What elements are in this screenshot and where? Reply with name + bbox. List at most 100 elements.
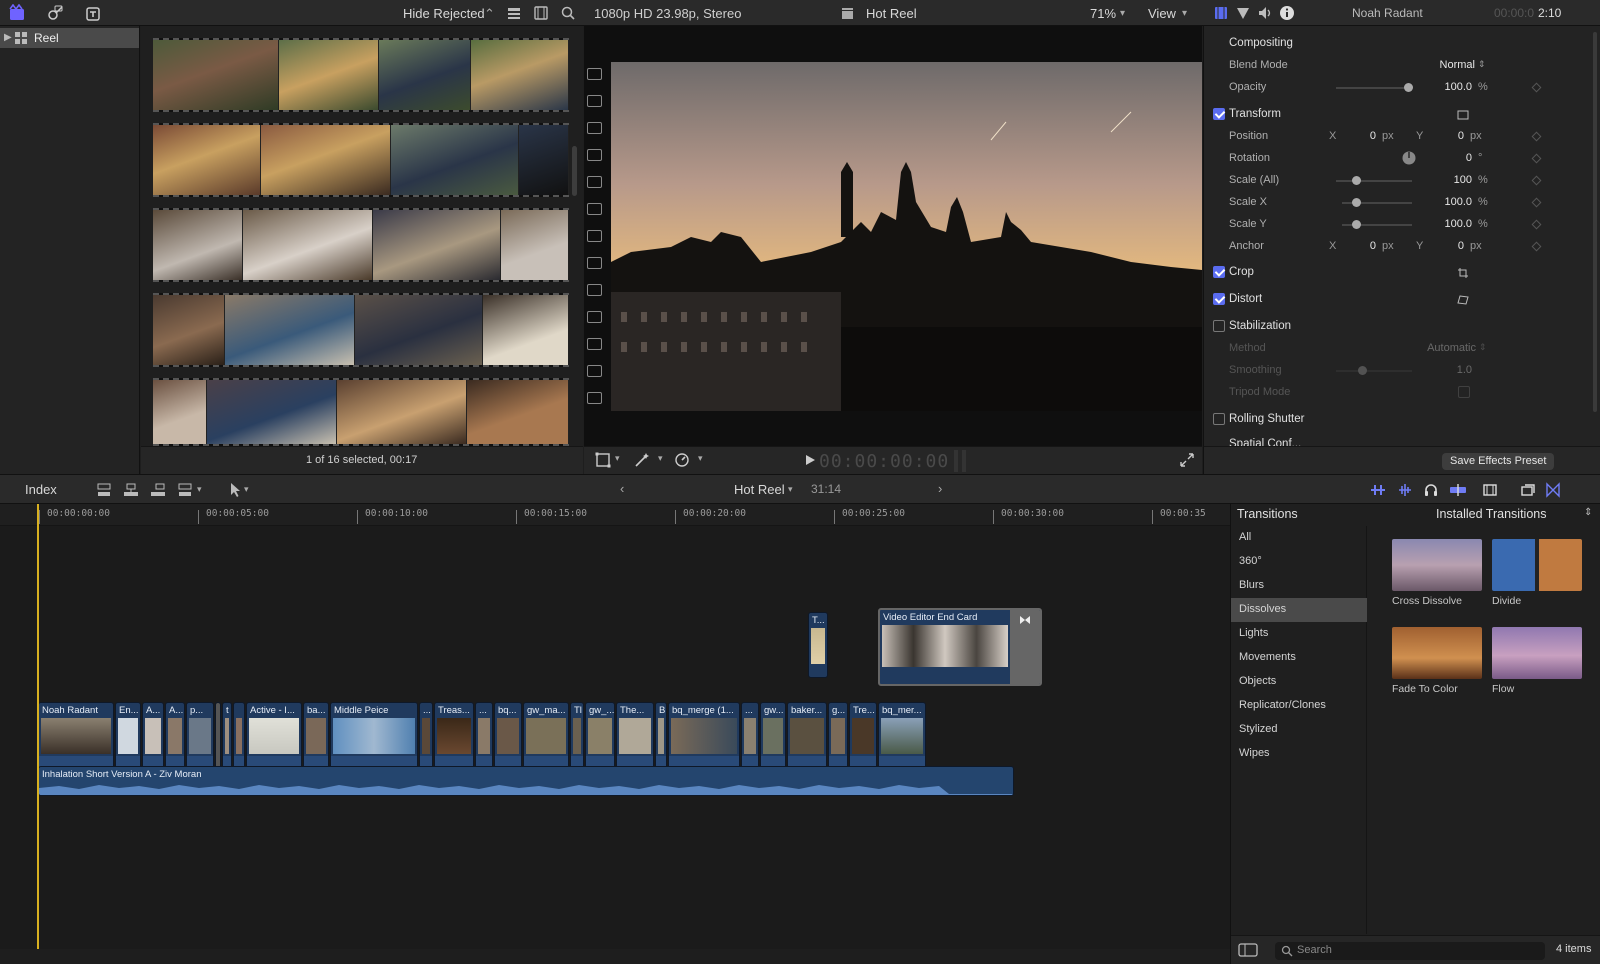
transition-handle[interactable]: [1010, 610, 1040, 684]
timeline-clip[interactable]: A...: [142, 702, 164, 772]
chevron-down-icon[interactable]: ▾: [788, 484, 793, 495]
filmstrip-clip[interactable]: [153, 208, 569, 282]
chevron-down-icon[interactable]: ▾: [197, 484, 202, 495]
method-popup[interactable]: Automatic: [1404, 342, 1476, 354]
slider-knob[interactable]: [1352, 220, 1361, 229]
position-x-value[interactable]: 0: [1344, 130, 1376, 142]
timeline-clip[interactable]: Treas...: [434, 702, 474, 772]
effects-browser-icon[interactable]: [1520, 482, 1536, 498]
blend-mode-popup[interactable]: Normal: [1409, 59, 1475, 71]
category-item-selected[interactable]: Dissolves: [1231, 598, 1367, 622]
timeline-clip[interactable]: bq_merge (1...: [668, 702, 740, 772]
overwrite-clip-icon[interactable]: [177, 482, 193, 498]
append-clip-icon[interactable]: [150, 482, 166, 498]
timeline-clip[interactable]: gw_...: [585, 702, 615, 772]
rotation-dial-icon[interactable]: [1402, 151, 1416, 165]
transform-checkbox[interactable]: [1213, 108, 1225, 120]
position-y-value[interactable]: 0: [1432, 130, 1464, 142]
back-arrow-icon[interactable]: ‹: [620, 481, 624, 496]
smoothing-value[interactable]: 1.0: [1424, 364, 1472, 376]
category-item[interactable]: Wipes: [1231, 742, 1367, 766]
transition-thumbnail[interactable]: [1492, 539, 1582, 591]
end-card-clip[interactable]: Video Editor End Card: [878, 608, 1042, 686]
enhance-wand-icon[interactable]: [634, 452, 650, 468]
keyframe-button-icon[interactable]: [1531, 175, 1542, 186]
library-item-reel[interactable]: ▶ Reel: [0, 28, 139, 48]
transitions-browser-icon[interactable]: [1545, 482, 1561, 498]
timeline-project-name[interactable]: Hot Reel: [734, 482, 785, 497]
slider-knob[interactable]: [1352, 198, 1361, 207]
tripod-mode-checkbox[interactable]: [1458, 386, 1470, 398]
installed-transitions-menu[interactable]: Installed Transitions: [1436, 507, 1546, 521]
slider-knob[interactable]: [1404, 83, 1413, 92]
transform-onscreen-control-icon[interactable]: [1457, 109, 1469, 121]
timeline-clip[interactable]: Noah Radant: [38, 702, 114, 772]
timeline-clip[interactable]: [233, 702, 245, 772]
anchor-y-value[interactable]: 0: [1432, 240, 1464, 252]
stabilization-checkbox[interactable]: [1213, 320, 1225, 332]
distort-section[interactable]: Distort: [1204, 289, 1560, 311]
category-item[interactable]: Replicator/Clones: [1231, 694, 1367, 718]
keyframe-button-icon[interactable]: [1531, 153, 1542, 164]
chevron-down-icon[interactable]: ▾: [698, 453, 703, 464]
audio-clip[interactable]: Inhalation Short Version A - Ziv Moran: [38, 766, 1014, 796]
transition-thumbnail[interactable]: [1392, 539, 1482, 591]
timeline-clip[interactable]: The...: [616, 702, 654, 772]
transform-tool-icon[interactable]: [595, 452, 611, 468]
timeline-clip[interactable]: t: [222, 702, 232, 772]
info-inspector-icon[interactable]: [1278, 4, 1296, 22]
stabilization-section[interactable]: Stabilization: [1204, 316, 1560, 338]
scale-y-slider[interactable]: [1342, 220, 1412, 229]
timeline-clip[interactable]: Tre...: [849, 702, 877, 772]
libraries-icon[interactable]: [8, 4, 26, 22]
video-inspector-icon[interactable]: [1212, 4, 1230, 22]
timeline-clip[interactable]: A...: [165, 702, 185, 772]
timeline-clip[interactable]: gw...: [760, 702, 786, 772]
scale-all-slider[interactable]: [1336, 176, 1412, 185]
scale-x-value[interactable]: 100.0: [1424, 196, 1472, 208]
skimming-icon[interactable]: [1449, 483, 1467, 497]
browser-scrollbar[interactable]: [572, 146, 577, 196]
timeline-clip[interactable]: g...: [828, 702, 848, 772]
timeline-clip[interactable]: ba...: [303, 702, 329, 772]
timeline-clip[interactable]: Active - I...: [246, 702, 302, 772]
rotation-value[interactable]: 0: [1432, 152, 1472, 164]
timeline-clip[interactable]: baker...: [787, 702, 827, 772]
timeline-clip[interactable]: Tl: [570, 702, 584, 772]
forward-arrow-icon[interactable]: ›: [938, 481, 942, 496]
category-item[interactable]: All: [1231, 526, 1367, 550]
crop-onscreen-control-icon[interactable]: [1457, 267, 1469, 279]
timeline-index-button[interactable]: Index: [25, 482, 57, 497]
hide-rejected-menu[interactable]: Hide Rejected: [403, 6, 485, 21]
disclosure-triangle-icon[interactable]: ▶: [4, 32, 12, 43]
photos-audio-icon[interactable]: [46, 4, 64, 22]
rolling-shutter-checkbox[interactable]: [1213, 413, 1225, 425]
video-only-icon[interactable]: [1370, 483, 1386, 497]
gap-clip[interactable]: [215, 702, 221, 772]
opacity-value[interactable]: 100.0: [1424, 81, 1472, 93]
distort-onscreen-control-icon[interactable]: [1457, 294, 1469, 306]
sidebar-toggle-icon[interactable]: [1238, 942, 1258, 958]
category-item[interactable]: Movements: [1231, 646, 1367, 670]
rolling-shutter-section[interactable]: Rolling Shutter: [1204, 409, 1560, 431]
fullscreen-icon[interactable]: [1180, 453, 1194, 467]
scale-all-value[interactable]: 100: [1424, 174, 1472, 186]
filmstrip-clip[interactable]: [153, 123, 569, 197]
scale-y-value[interactable]: 100.0: [1424, 218, 1472, 230]
playhead[interactable]: [37, 504, 39, 949]
timeline-clip[interactable]: gw_ma...: [523, 702, 569, 772]
timeline-clip[interactable]: Bi: [655, 702, 667, 772]
save-effects-preset-button[interactable]: Save Effects Preset: [1442, 453, 1555, 470]
titles-generators-icon[interactable]: [84, 4, 102, 22]
timeline[interactable]: 00:00:00:00 00:00:05:00 00:00:10:00 00:0…: [0, 504, 1230, 949]
keyframe-button-icon[interactable]: [1531, 82, 1542, 93]
zoom-level-menu[interactable]: 71%: [1090, 6, 1116, 21]
category-item[interactable]: Lights: [1231, 622, 1367, 646]
connected-clip[interactable]: T...: [808, 612, 828, 678]
filmstrip-clip[interactable]: [153, 293, 569, 367]
timeline-clip[interactable]: p...: [186, 702, 214, 772]
view-menu[interactable]: View: [1148, 6, 1176, 21]
compositing-section[interactable]: Compositing: [1204, 33, 1560, 55]
select-tool-arrow-icon[interactable]: [228, 482, 242, 498]
timeline-clip[interactable]: bq...: [494, 702, 522, 772]
